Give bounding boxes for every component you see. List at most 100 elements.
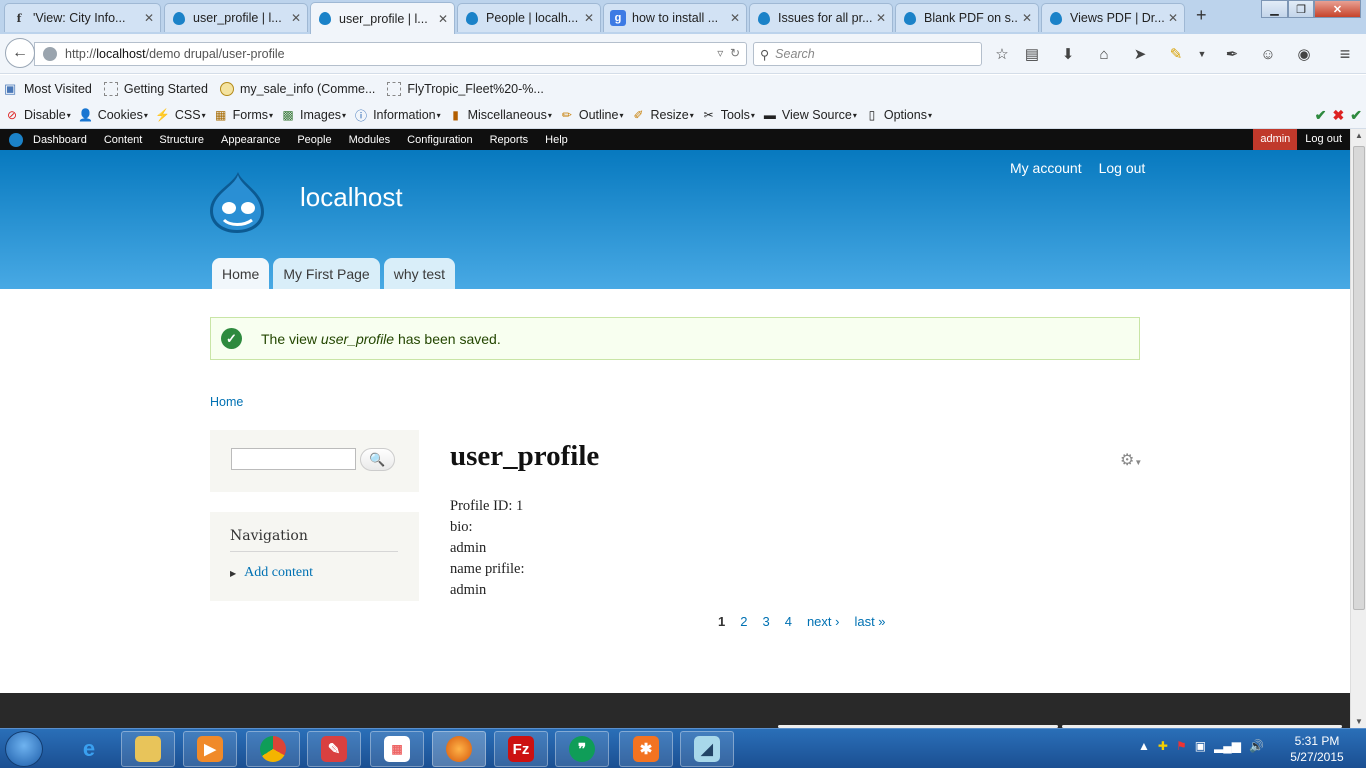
drupal-home-icon[interactable] xyxy=(9,132,23,147)
tab-user-profile-active[interactable]: user_profile | l... ✕ xyxy=(310,2,455,34)
tray-expand-icon[interactable]: ▲ xyxy=(1138,739,1150,753)
signal-icon[interactable]: ▂▄▆ xyxy=(1214,739,1241,753)
maximize-button[interactable]: ❐ xyxy=(1288,0,1314,18)
scroll-down-icon[interactable]: ▼ xyxy=(1355,717,1363,726)
dev-disable[interactable]: ⊘ Disable ▾ xyxy=(4,107,71,123)
dev-forms[interactable]: ▦ Forms ▾ xyxy=(213,107,273,123)
drupal-logo-icon[interactable] xyxy=(208,170,266,234)
error-icon[interactable]: ✖ xyxy=(1333,107,1345,124)
pager-page[interactable]: 2 xyxy=(740,614,747,629)
nav-item-add-content[interactable]: ▶ Add content xyxy=(230,565,313,581)
close-icon[interactable]: ✕ xyxy=(438,12,448,26)
bookmark-most-visited[interactable]: ▣ Most Visited xyxy=(4,81,92,96)
taskbar-hangouts[interactable]: ❞ xyxy=(555,731,609,767)
toolbar-people[interactable]: People xyxy=(297,134,331,146)
dev-resize[interactable]: ✐ Resize ▾ xyxy=(630,107,693,123)
start-button[interactable] xyxy=(5,731,43,767)
reading-list-icon[interactable]: ▤ xyxy=(1022,44,1042,64)
taskbar-media[interactable]: ▶ xyxy=(183,731,237,767)
dev-information[interactable]: ⓘ Information ▾ xyxy=(353,107,441,123)
toolbar-configuration[interactable]: Configuration xyxy=(407,134,472,146)
tab-user-profile-1[interactable]: user_profile | l... ✕ xyxy=(164,3,308,32)
window-close-button[interactable]: ✕ xyxy=(1314,0,1361,18)
toolbar-help[interactable]: Help xyxy=(545,134,568,146)
search-input[interactable] xyxy=(231,448,356,470)
taskbar-filezilla[interactable]: Fz xyxy=(494,731,548,767)
toolbar-user-badge[interactable]: admin xyxy=(1253,129,1298,150)
close-icon[interactable]: ✕ xyxy=(1022,11,1032,25)
search-button[interactable]: 🔍 xyxy=(360,448,395,471)
dev-outline[interactable]: ✏ Outline ▾ xyxy=(559,107,624,123)
breadcrumb[interactable]: Home xyxy=(210,395,243,409)
flag-icon[interactable]: ⚑ xyxy=(1176,739,1187,753)
main-menu-home[interactable]: Home xyxy=(212,258,270,289)
main-menu-my-first-page[interactable]: My First Page xyxy=(273,258,380,289)
bookmark-my-sale-info[interactable]: my_sale_info (Comme... xyxy=(219,81,375,96)
tab-view-city-info[interactable]: f 'View: City Info... ✕ xyxy=(4,3,161,32)
reload-icon[interactable]: ▿ ↻ xyxy=(717,46,740,60)
taskbar-notepad[interactable]: ✎ xyxy=(307,731,361,767)
volume-icon[interactable]: 🔊 xyxy=(1249,739,1264,753)
close-icon[interactable]: ✕ xyxy=(730,11,740,25)
tab-how-to-install[interactable]: g how to install ... ✕ xyxy=(603,3,747,32)
scroll-up-icon[interactable]: ▲ xyxy=(1355,131,1363,140)
toolbar-dashboard[interactable]: Dashboard xyxy=(33,134,87,146)
check-icon[interactable]: ✔ xyxy=(1350,107,1362,124)
check-icon[interactable]: ✔ xyxy=(1315,107,1327,124)
main-menu-why-test[interactable]: why test xyxy=(383,258,456,289)
addon-icon[interactable]: ✎ xyxy=(1166,44,1186,64)
close-icon[interactable]: ✕ xyxy=(144,11,154,25)
dev-images[interactable]: ▩ Images ▾ xyxy=(280,107,346,123)
dev-miscellaneous[interactable]: ▮ Miscellaneous ▾ xyxy=(448,107,552,123)
taskbar-chrome[interactable] xyxy=(246,731,300,767)
send-icon[interactable]: ➤ xyxy=(1130,44,1150,64)
close-icon[interactable]: ✕ xyxy=(291,11,301,25)
toolbar-logout[interactable]: Log out xyxy=(1297,129,1350,150)
taskbar-app[interactable]: ◢ xyxy=(680,731,734,767)
taskbar-clock[interactable]: 5:31 PM 5/27/2015 xyxy=(1284,733,1350,765)
taskbar-explorer[interactable] xyxy=(121,731,175,767)
taskbar-firefox[interactable] xyxy=(432,731,486,767)
close-icon[interactable]: ✕ xyxy=(584,11,594,25)
tab-issues[interactable]: Issues for all pr... ✕ xyxy=(749,3,893,32)
back-button[interactable]: ← xyxy=(5,38,35,68)
new-tab-button[interactable]: + xyxy=(1196,5,1207,26)
tab-blank-pdf[interactable]: Blank PDF on s... ✕ xyxy=(895,3,1039,32)
menu-icon[interactable]: ≡ xyxy=(1335,44,1355,64)
close-icon[interactable]: ✕ xyxy=(876,11,886,25)
toolbar-appearance[interactable]: Appearance xyxy=(221,134,280,146)
tray-addon-icon[interactable]: ✚ xyxy=(1158,739,1168,753)
dev-cookies[interactable]: 👤 Cookies ▾ xyxy=(78,107,148,123)
page-scrollbar[interactable]: ▲ ▼ xyxy=(1350,129,1366,728)
toolbar-structure[interactable]: Structure xyxy=(159,134,204,146)
download-icon[interactable]: ⬇ xyxy=(1058,44,1078,64)
contextual-links-button[interactable]: ⚙▼ xyxy=(1120,450,1142,470)
site-name[interactable]: localhost xyxy=(300,182,403,213)
home-icon[interactable]: ⌂ xyxy=(1094,44,1114,64)
bookmark-flytropic[interactable]: FlyTropic_Fleet%20-%... xyxy=(387,81,544,96)
bookmark-star-icon[interactable]: ☆ xyxy=(992,44,1012,64)
toolbar-modules[interactable]: Modules xyxy=(349,134,391,146)
minimize-button[interactable]: ▁ xyxy=(1261,0,1288,18)
close-icon[interactable]: ✕ xyxy=(1168,11,1178,25)
dev-css[interactable]: ⚡ CSS ▾ xyxy=(155,107,205,123)
chevron-down-icon[interactable]: ▼ xyxy=(1192,44,1212,64)
dev-view-source[interactable]: ▬ View Source ▾ xyxy=(762,107,857,123)
pager-page[interactable]: 3 xyxy=(762,614,769,629)
taskbar-xampp[interactable]: ✱ xyxy=(619,731,673,767)
toolbar-reports[interactable]: Reports xyxy=(490,134,529,146)
device-icon[interactable]: ▣ xyxy=(1195,739,1206,753)
bookmark-getting-started[interactable]: Getting Started xyxy=(103,81,208,96)
pager-last[interactable]: last » xyxy=(854,614,885,629)
chat-icon[interactable]: ☺ xyxy=(1258,44,1278,64)
pen-icon[interactable]: ✒ xyxy=(1222,44,1242,64)
tab-people[interactable]: People | localh... ✕ xyxy=(457,3,601,32)
dev-tools[interactable]: ✂ Tools ▾ xyxy=(701,107,755,123)
scroll-thumb[interactable] xyxy=(1353,146,1365,610)
color-wheel-icon[interactable]: ◉ xyxy=(1294,44,1314,64)
logout-link[interactable]: Log out xyxy=(1099,160,1146,176)
pager-next[interactable]: next › xyxy=(807,614,840,629)
taskbar-apps[interactable]: ▦ xyxy=(370,731,424,767)
tab-views-pdf[interactable]: Views PDF | Dr... ✕ xyxy=(1041,3,1185,32)
dev-options[interactable]: ▯ Options ▾ xyxy=(864,107,932,123)
